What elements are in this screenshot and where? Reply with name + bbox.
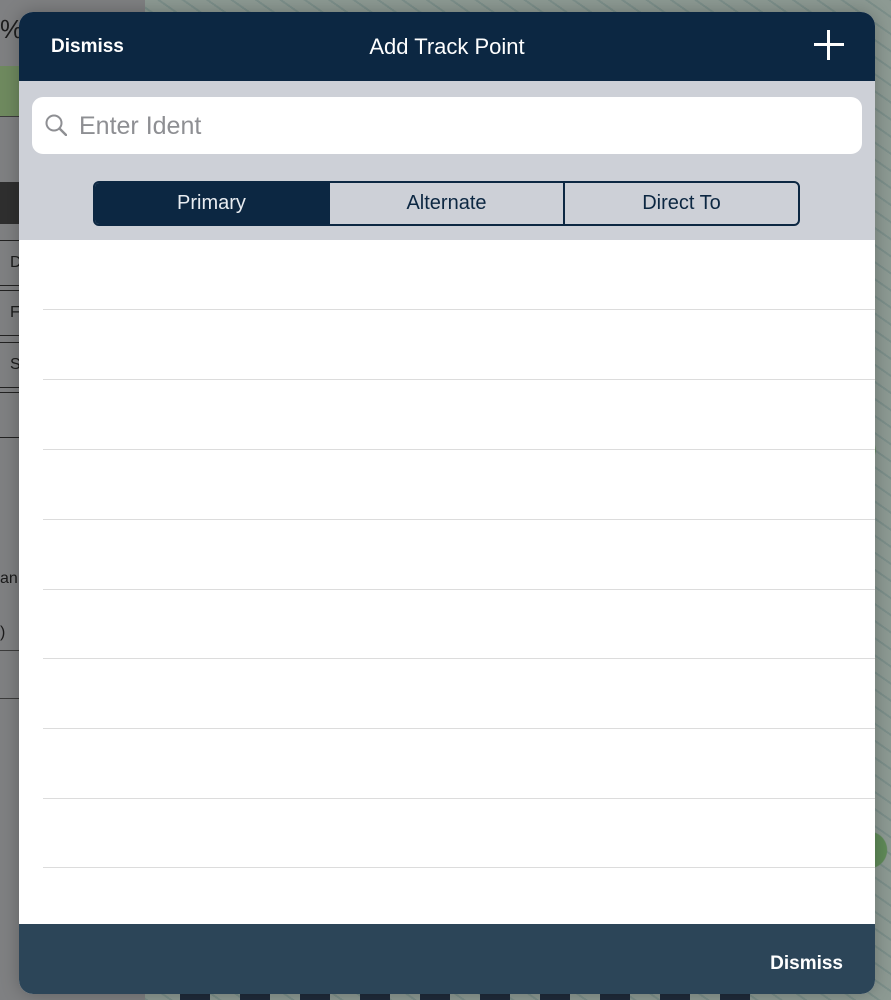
results-list <box>19 240 875 924</box>
background-cell <box>0 392 20 438</box>
add-track-point-modal: Dismiss Add Track Point Primary Alternat… <box>19 12 875 994</box>
segment-alternate[interactable]: Alternate <box>330 183 565 224</box>
dismiss-button-bottom[interactable]: Dismiss <box>770 953 843 975</box>
segmented-control: Primary Alternate Direct To <box>93 181 800 226</box>
segment-direct-to[interactable]: Direct To <box>565 183 798 224</box>
list-separator <box>43 589 875 590</box>
list-separator <box>43 867 875 868</box>
bottom-bar: Dismiss <box>19 924 875 994</box>
list-separator <box>43 519 875 520</box>
list-separator <box>43 309 875 310</box>
background-text: an <box>0 570 18 587</box>
search-icon <box>45 114 67 136</box>
search-toolbar: Primary Alternate Direct To <box>19 81 875 240</box>
segment-primary[interactable]: Primary <box>95 183 330 224</box>
plus-icon[interactable] <box>814 30 844 60</box>
list-separator <box>43 728 875 729</box>
list-separator <box>43 449 875 450</box>
list-separator <box>43 798 875 799</box>
list-separator <box>43 658 875 659</box>
list-separator <box>43 379 875 380</box>
ident-search-input[interactable] <box>77 105 851 147</box>
background-text: ) <box>0 624 6 641</box>
navigation-bar: Dismiss Add Track Point <box>19 12 875 81</box>
modal-title: Add Track Point <box>369 34 525 59</box>
background-dark-block <box>0 182 20 224</box>
search-field[interactable] <box>32 97 862 154</box>
